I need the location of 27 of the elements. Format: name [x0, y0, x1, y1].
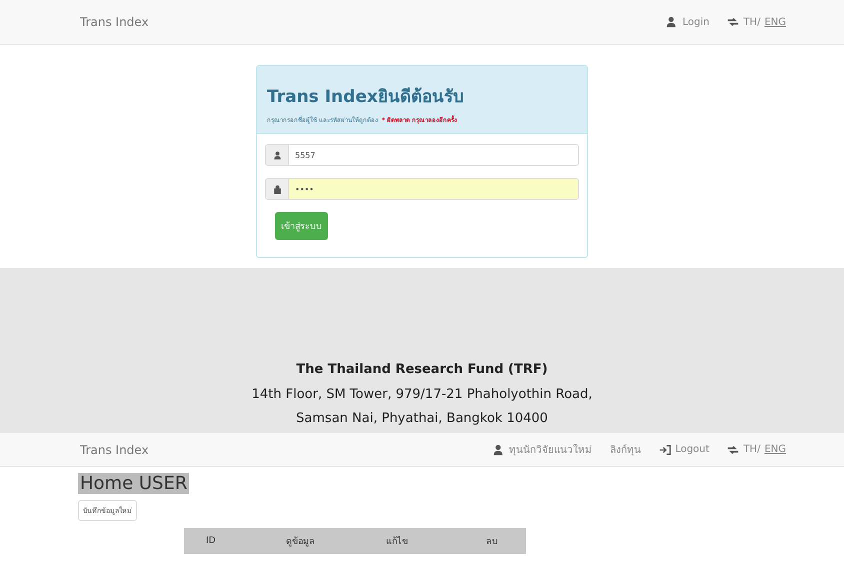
- nav-link[interactable]: TH/ ENG: [727, 444, 786, 456]
- user-icon: [666, 16, 678, 28]
- brand-link[interactable]: Trans Index: [80, 15, 149, 29]
- user-icon: [493, 444, 506, 456]
- column-header: แก้ไข: [386, 535, 409, 548]
- column-header: ลบ: [486, 536, 499, 548]
- user-icon: [272, 150, 282, 160]
- column-header: ดูข้อมูล: [286, 536, 316, 548]
- password-field[interactable]: ••••: [265, 178, 579, 200]
- page-heading: Home USER: [78, 473, 190, 494]
- address-line: 14th Floor, SM Tower, 979/17-21 Phaholyothin Road,: [252, 386, 592, 404]
- login-button[interactable]: เข้าสู่ระบบ: [275, 212, 328, 240]
- lock-icon: [272, 184, 282, 194]
- logout-icon: [659, 444, 672, 456]
- column-header: ID: [206, 536, 217, 546]
- panel-title: Trans Indexยินดีต้อนรับ: [267, 86, 465, 109]
- swap-icon: [727, 16, 740, 28]
- nav-link[interactable]: ลิงก์ทุน: [610, 442, 642, 457]
- nav-link[interactable]: ทุนนักวิจัยแนวใหม่: [493, 442, 592, 457]
- nav-link[interactable]: Logout: [659, 444, 710, 456]
- nav-link[interactable]: TH/ ENG: [727, 16, 786, 28]
- username-field[interactable]: 5557: [265, 144, 579, 166]
- nav-link[interactable]: Login: [666, 16, 710, 28]
- brand-link[interactable]: Trans Index: [80, 442, 149, 456]
- org-name: The Thailand Research Fund (TRF): [296, 362, 548, 377]
- swap-icon: [727, 444, 740, 456]
- address-line: Samsan Nai, Phyathai, Bangkok 10400: [296, 410, 548, 428]
